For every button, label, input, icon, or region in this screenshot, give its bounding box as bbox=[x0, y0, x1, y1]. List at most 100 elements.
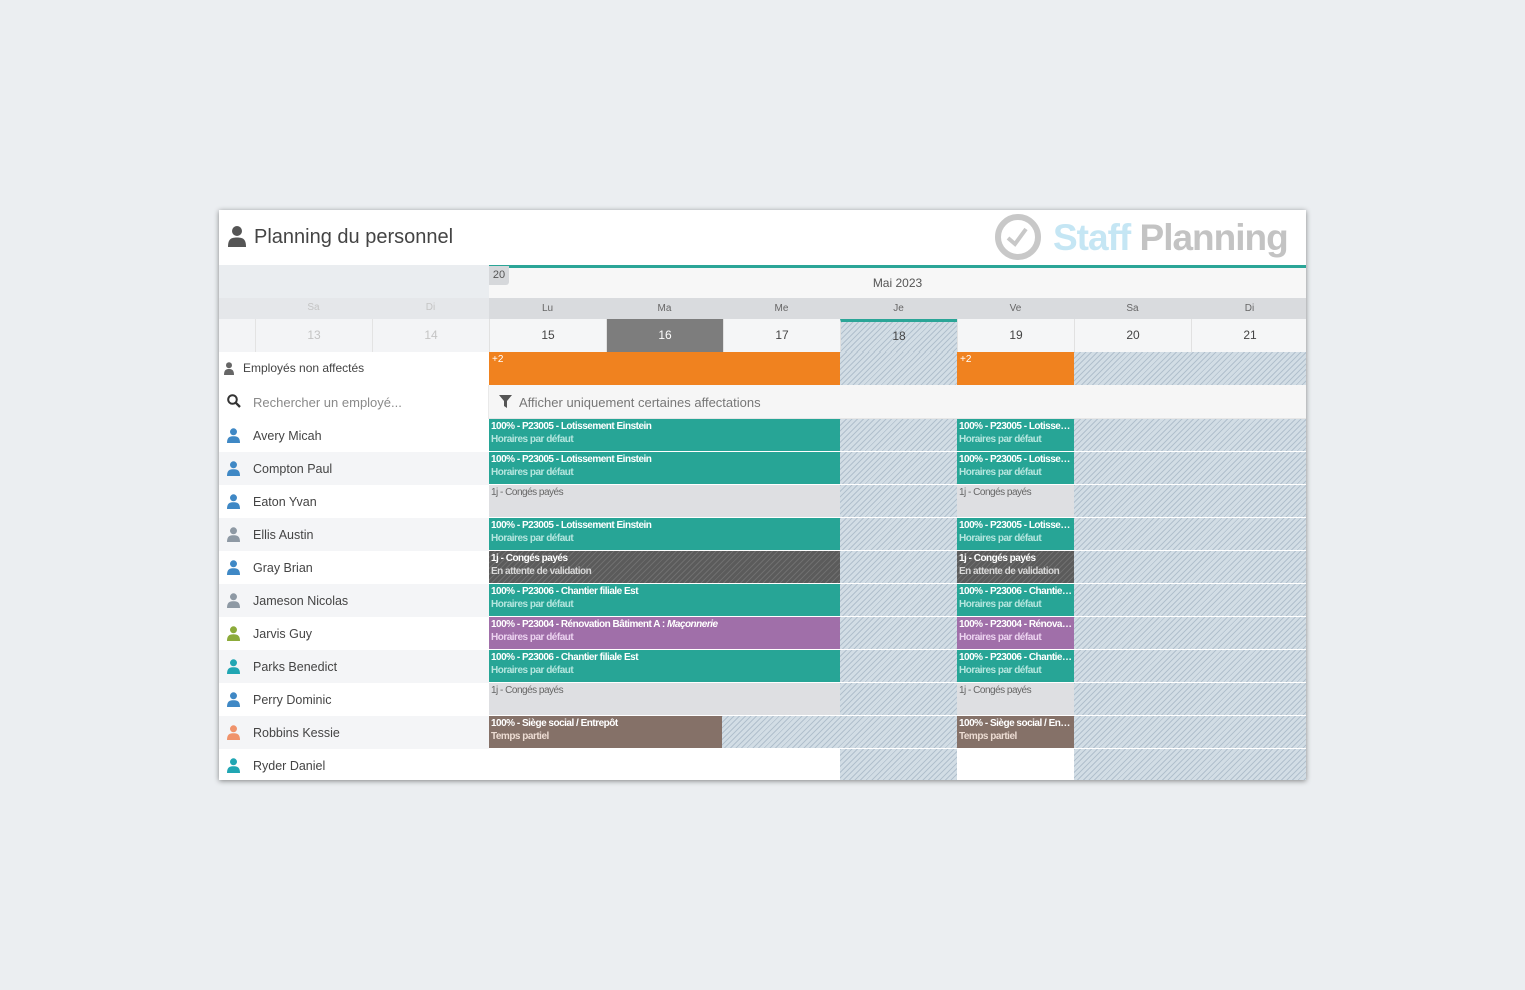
day-abbr: Me bbox=[774, 303, 789, 314]
employee-row: Gray Brian 1j - Congés payés En attente de… bbox=[219, 551, 1306, 584]
assignment-block[interactable]: 100% - Siège social / Entrepôt Temps part… bbox=[489, 716, 722, 748]
employee-name-cell[interactable]: Robbins Kessie bbox=[219, 716, 489, 749]
assignment-block[interactable]: 1j - Congés payés En attente de validatio… bbox=[957, 551, 1074, 583]
prev-day-num: 14 bbox=[372, 319, 489, 352]
weekend-cell bbox=[1074, 683, 1306, 715]
holiday-cell bbox=[840, 683, 957, 715]
assignment-title-text: 100% - P23004 - Rénovation Bâtiment A : bbox=[491, 619, 667, 630]
assignment-subtitle: Horaires par défaut bbox=[491, 599, 574, 610]
holiday-cell bbox=[840, 749, 957, 780]
assignment-block[interactable]: 1j - Congés payés bbox=[957, 683, 1074, 715]
assignment-title-text: 100% - P23004 - Rénovatio... bbox=[959, 619, 1072, 630]
employee-row: Eaton Yvan 1j - Congés payés 1j - Congés p… bbox=[219, 485, 1306, 518]
assignment-title: 100% - P23005 - Lotisseme... bbox=[959, 453, 1072, 466]
employee-row: Avery Micah 100% - P23005 - Lotissement E… bbox=[219, 419, 1306, 452]
weekend-cell bbox=[1074, 584, 1306, 616]
assignment-block[interactable]: 100% - Siège social / Entrep... Temps par… bbox=[957, 716, 1074, 748]
employee-name: Ellis Austin bbox=[253, 528, 314, 542]
assignment-title: 100% - P23005 - Lotissement Einstein bbox=[491, 453, 838, 466]
employee-name-cell[interactable]: Gray Brian bbox=[219, 551, 489, 584]
assignment-block[interactable]: 100% - P23005 - Lotissement Einstein Hora… bbox=[489, 518, 840, 550]
assignment-title-text: 100% - P23005 - Lotissement Einstein bbox=[491, 520, 652, 531]
person-icon bbox=[227, 725, 240, 740]
assignment-title: 100% - Siège social / Entrepôt bbox=[491, 717, 720, 730]
assignment-subtitle: En attente de validation bbox=[491, 566, 592, 577]
assignment-subtitle: Horaires par défaut bbox=[959, 533, 1042, 544]
day-number[interactable]: 20 bbox=[1074, 319, 1191, 352]
assignment-block[interactable]: 100% - P23006 - Chantier fil... Horaires … bbox=[957, 650, 1074, 682]
empty-day-cell[interactable] bbox=[957, 749, 1074, 780]
employee-name-cell[interactable]: Parks Benedict bbox=[219, 650, 489, 683]
assignment-title: 100% - P23006 - Chantier fil... bbox=[959, 585, 1072, 598]
day-number-holiday[interactable]: 18 bbox=[840, 319, 957, 352]
employee-name: Robbins Kessie bbox=[253, 726, 340, 740]
assignment-subtitle: Horaires par défaut bbox=[959, 467, 1042, 478]
day-number[interactable]: 15 bbox=[489, 319, 606, 352]
assignment-block[interactable]: 100% - P23005 - Lotisseme... Horaires par… bbox=[957, 419, 1074, 451]
assignment-subtitle: Horaires par défaut bbox=[491, 632, 574, 643]
unassigned-block[interactable]: +2 bbox=[489, 352, 840, 385]
employee-name-cell[interactable]: Ellis Austin bbox=[219, 518, 489, 551]
assignment-title-text: 100% - P23005 - Lotisseme... bbox=[959, 520, 1072, 531]
logo-planning-text: Planning bbox=[1139, 217, 1289, 258]
person-icon bbox=[227, 461, 240, 476]
prev-day-abbr: Sa bbox=[307, 302, 320, 313]
day-number-today[interactable]: 16 bbox=[606, 319, 723, 352]
employee-search-input[interactable] bbox=[253, 390, 478, 414]
day-abbr: Lu bbox=[541, 303, 554, 314]
assignment-title: 1j - Congés payés bbox=[959, 486, 1072, 499]
employee-name-cell[interactable]: Ryder Daniel bbox=[219, 749, 489, 780]
assignment-block[interactable]: 100% - P23006 - Chantier filiale Est Hora… bbox=[489, 584, 840, 616]
weekend-cell bbox=[1074, 650, 1306, 682]
employee-name-cell[interactable]: Jarvis Guy bbox=[219, 617, 489, 650]
employee-row: Jameson Nicolas 100% - P23006 - Chantier … bbox=[219, 584, 1306, 617]
assignment-block[interactable]: 100% - P23005 - Lotisseme... Horaires par… bbox=[957, 518, 1074, 550]
assignment-subtitle: Horaires par défaut bbox=[959, 434, 1042, 445]
employee-name-cell[interactable]: Compton Paul bbox=[219, 452, 489, 485]
assignment-block[interactable]: 1j - Congés payés En attente de validatio… bbox=[489, 551, 840, 583]
assignment-subtitle: Horaires par défaut bbox=[959, 632, 1042, 643]
person-icon bbox=[227, 560, 240, 575]
empty-day-cell[interactable] bbox=[489, 749, 840, 780]
assignment-title: 1j - Congés payés bbox=[491, 552, 838, 565]
assignment-block[interactable]: 100% - P23006 - Chantier filiale Est Hora… bbox=[489, 650, 840, 682]
employee-name: Avery Micah bbox=[253, 429, 322, 443]
employee-row: Robbins Kessie 100% - Siège social / Entr… bbox=[219, 716, 1306, 749]
weekend-cell bbox=[1074, 518, 1306, 550]
day-number[interactable]: 17 bbox=[723, 319, 840, 352]
day-number[interactable]: 19 bbox=[957, 319, 1074, 352]
assignment-title-text: 1j - Congés payés bbox=[959, 685, 1032, 696]
holiday-cell bbox=[840, 485, 957, 517]
unassigned-block[interactable]: +2 bbox=[957, 352, 1074, 385]
unassigned-employees-label[interactable]: Employés non affectés bbox=[219, 352, 489, 385]
assignment-block[interactable]: 1j - Congés payés bbox=[489, 683, 840, 715]
page-title: Planning du personnel bbox=[254, 226, 454, 248]
assignment-block[interactable]: 1j - Congés payés bbox=[957, 485, 1074, 517]
holiday-cell bbox=[840, 518, 957, 550]
assignment-title: 100% - P23006 - Chantier fil... bbox=[959, 651, 1072, 664]
employee-name-cell[interactable]: Perry Dominic bbox=[219, 683, 489, 716]
day-number[interactable]: 21 bbox=[1191, 319, 1306, 352]
assignment-title-text: 100% - Siège social / Entrep... bbox=[959, 718, 1072, 729]
assignment-block[interactable]: 100% - P23005 - Lotissement Einstein Hora… bbox=[489, 452, 840, 484]
person-icon bbox=[227, 626, 240, 641]
assignment-block[interactable]: 100% - P23006 - Chantier fil... Horaires … bbox=[957, 584, 1074, 616]
filter-assignments-button[interactable]: Afficher uniquement certaines affectatio… bbox=[497, 385, 797, 419]
assignment-title: 100% - Siège social / Entrep... bbox=[959, 717, 1072, 730]
employee-name-cell[interactable]: Avery Micah bbox=[219, 419, 489, 452]
employee-name: Compton Paul bbox=[253, 462, 333, 476]
employee-row: Compton Paul 100% - P23005 - Lotissement … bbox=[219, 452, 1306, 485]
assignment-block[interactable]: 100% - P23004 - Rénovation Bâtiment A : … bbox=[489, 617, 840, 649]
assignment-block[interactable]: 100% - P23005 - Lotissement Einstein Hora… bbox=[489, 419, 840, 451]
assignment-title-text: 1j - Congés payés bbox=[491, 553, 568, 564]
unassigned-label-text: Employés non affectés bbox=[243, 361, 365, 375]
assignment-block[interactable]: 1j - Congés payés bbox=[489, 485, 840, 517]
assignment-task-text: Maçonnerie bbox=[666, 619, 718, 630]
employee-name-cell[interactable]: Jameson Nicolas bbox=[219, 584, 489, 617]
assignment-subtitle: Horaires par défaut bbox=[491, 467, 574, 478]
assignment-block[interactable]: 100% - P23004 - Rénovatio... Horaires par… bbox=[957, 617, 1074, 649]
assignment-block[interactable]: 100% - P23005 - Lotisseme... Horaires par… bbox=[957, 452, 1074, 484]
assignment-title: 1j - Congés payés bbox=[491, 684, 838, 697]
person-icon bbox=[224, 362, 234, 375]
employee-name-cell[interactable]: Eaton Yvan bbox=[219, 485, 489, 518]
